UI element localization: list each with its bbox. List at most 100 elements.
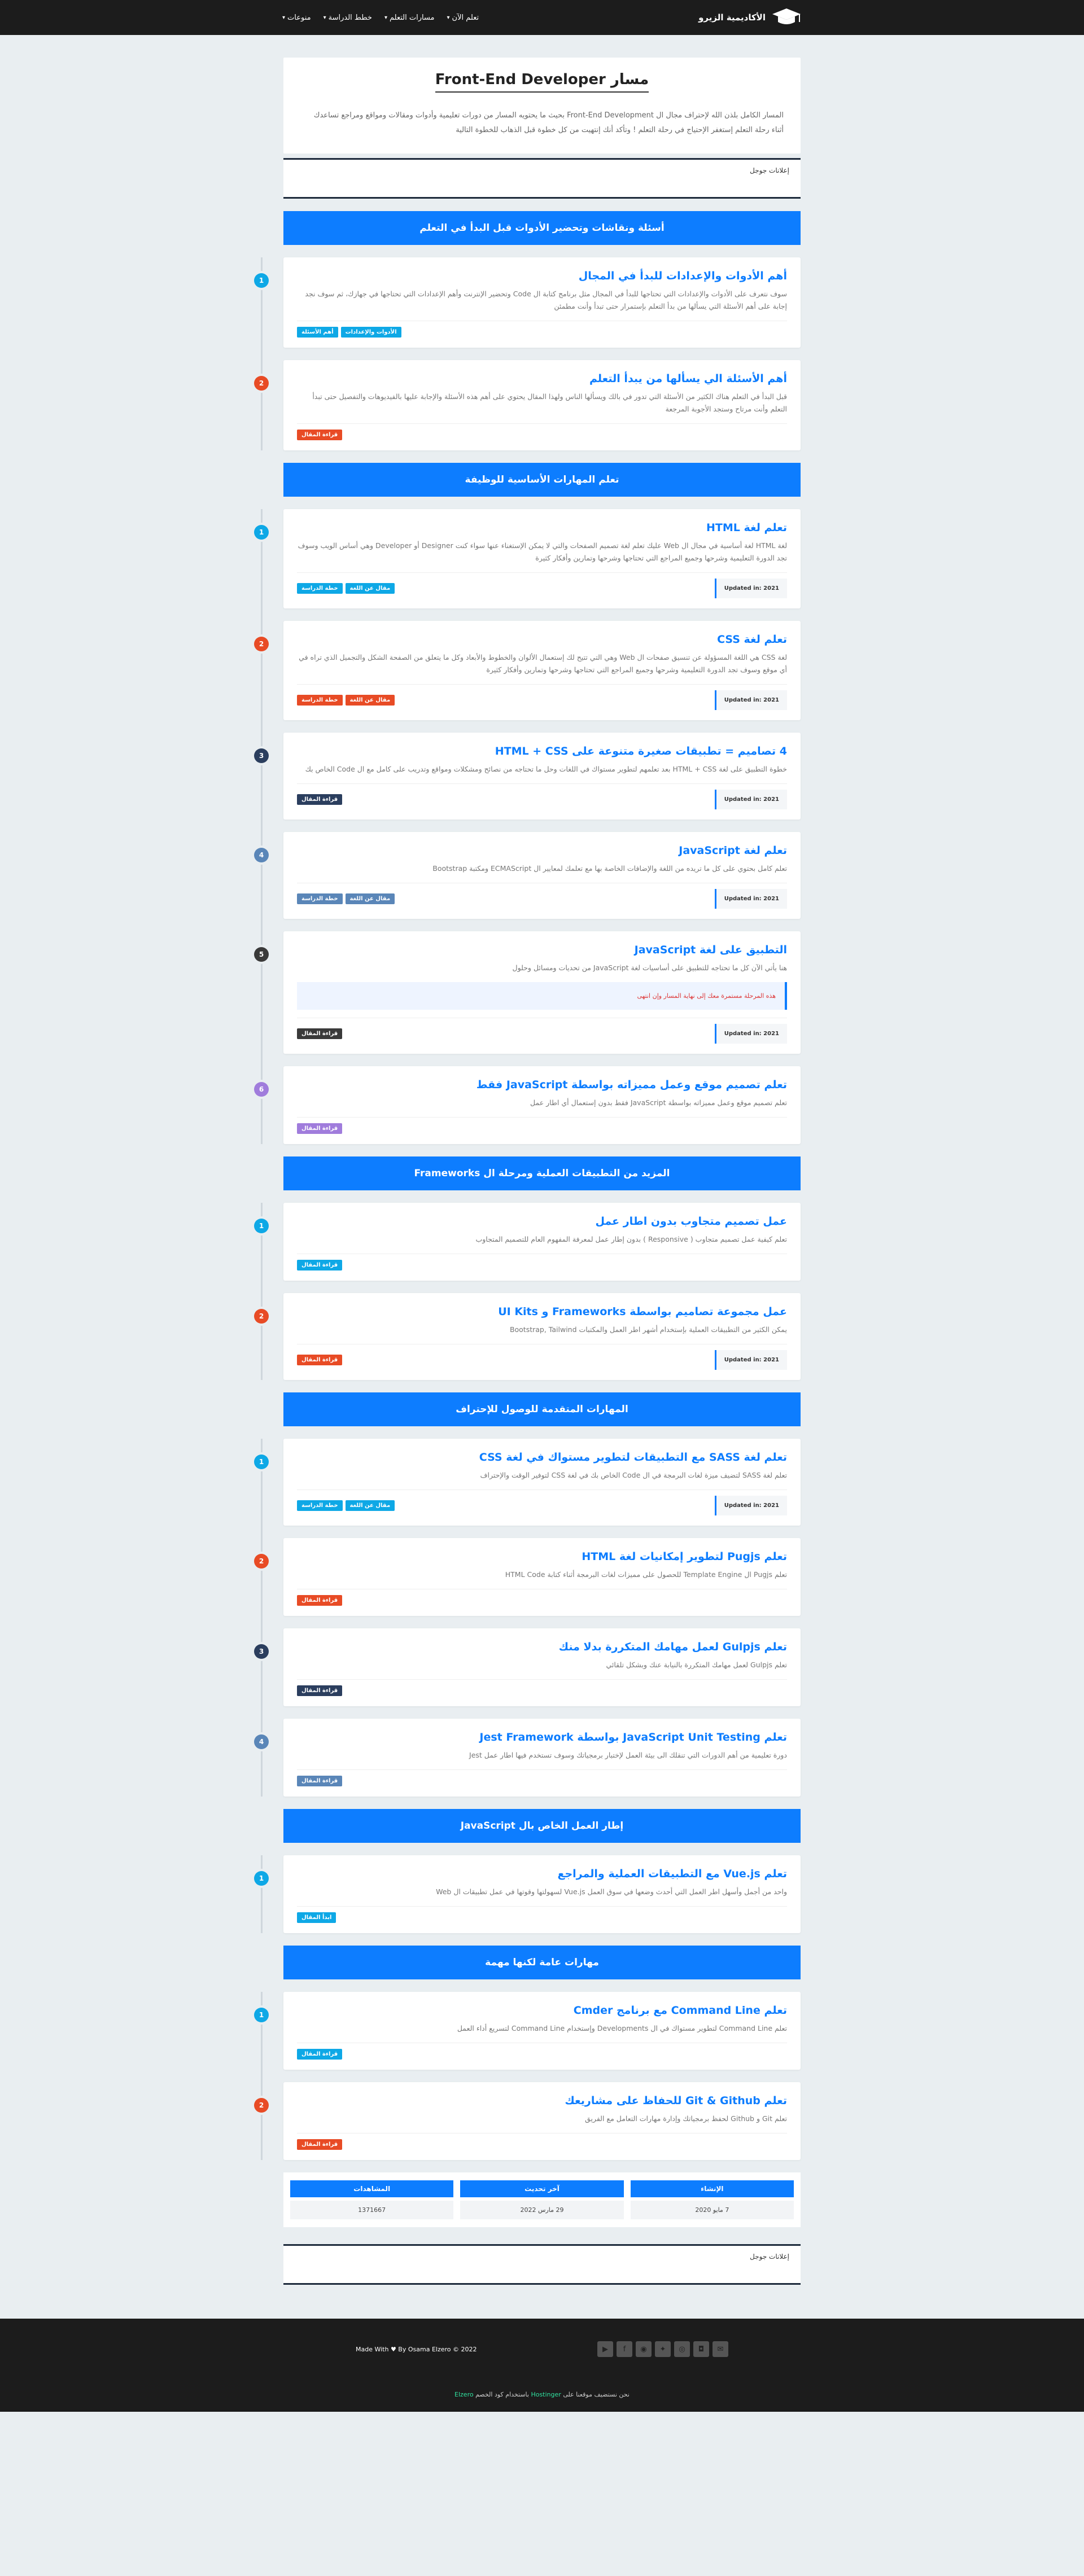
menu-item-label: منوعات [287, 13, 311, 22]
path-sections: أسئلة ونقاشات وتحضير الأدوات قبل البدأ ف… [254, 211, 801, 2160]
menu-item-learning-paths[interactable]: مسارات التعلم ▾ [384, 14, 435, 22]
tag-list: الأدوات والإعدادات أهم الأسئلة [297, 327, 401, 338]
lesson-description: تعلم Git و Github لحفظ برمجياتك وإدارة م… [585, 2114, 787, 2123]
tag-button[interactable]: خطة الدراسة [297, 583, 343, 594]
card-footer: قراءة المقال Updated in: 2021 [297, 1350, 787, 1370]
tag-button[interactable]: قراءة المقال [297, 1028, 343, 1039]
tag-list: قراءة المقال [297, 1595, 343, 1606]
card-footer: قراءة المقال [297, 430, 787, 440]
menu-item-study-plans[interactable]: خطط الدراسة ▾ [324, 14, 372, 22]
tag-button[interactable]: قراءة المقال [297, 430, 343, 440]
tag-button[interactable]: ابدأ المقال [297, 1912, 336, 1923]
discord-icon[interactable]: ◎ [674, 2341, 690, 2357]
facebook-icon[interactable]: f [617, 2341, 632, 2357]
tag-list: قراءة المقال [297, 1028, 343, 1039]
lesson-title[interactable]: التطبيق على لغة JavaScript [297, 944, 787, 956]
page-title: Front-End Developer مسار [435, 71, 649, 93]
tag-button[interactable]: قراءة المقال [297, 1776, 343, 1786]
tag-button[interactable]: خطة الدراسة [297, 893, 343, 904]
tag-button[interactable]: قراءة المقال [297, 1595, 343, 1606]
lesson-title[interactable]: تعلم لغة HTML [297, 522, 787, 534]
footer-top-row: Made With ♥ By Osama Elzero © 2022 ▶ f ◉ ✦ ◎… [0, 2319, 1084, 2357]
tag-button[interactable]: قراءة المقال [297, 1685, 343, 1696]
section-timeline: 1 تعلم لغة SASS مع التطبيقات لتطوير مستوا… [254, 1439, 801, 1797]
tag-button[interactable]: مقال عن اللغة [345, 1500, 395, 1511]
card-footer: قراءة المقال [297, 1776, 787, 1786]
lesson-title[interactable]: أهم الأدوات والإعدادات للبدأ في المجال [297, 270, 787, 282]
tag-button[interactable]: مقال عن اللغة [345, 583, 395, 594]
tag-list: قراءة المقال [297, 1685, 343, 1696]
updated-badge: Updated in: 2021 [714, 690, 787, 710]
notice-box: هذه المرحلة مستمرة معك إلى نهاية المسار … [297, 982, 787, 1010]
tag-list: قراءة المقال [297, 1123, 343, 1134]
lesson-title[interactable]: عمل تصميم متجاوب بدون اطار عمل [297, 1215, 787, 1228]
lesson-title[interactable]: تعلم Pugjs لتطوير إمكانيات لغة HTML [297, 1550, 787, 1563]
google-ads-box[interactable]: إعلانات جوجل [283, 158, 801, 199]
card-footer: قراءة المقال [297, 2049, 787, 2060]
hosting-link[interactable]: Hostinger [531, 2391, 561, 2398]
path-description: المسار الكامل بلذن الله لإحتراف مجال ال … [313, 111, 784, 134]
lesson-title[interactable]: تعلم Vue.js مع التطبيقات العملية والمراج… [297, 1868, 788, 1880]
google-ads-box-bottom[interactable]: إعلانات جوجل [283, 2244, 801, 2285]
lesson-description: لغة CSS هي اللغة المسؤولة عن تنسيق صفحات… [299, 653, 787, 674]
path-stats: الإنشاء 7 مايو 2020 آخر تحديث 29 مارس 20… [283, 2172, 801, 2227]
section-timeline: 1 تعلم Vue.js مع التطبيقات العملية والمرا… [254, 1855, 801, 1933]
hosting-prefix: نحن نستضيف موقعنا على [563, 2391, 630, 2398]
tag-button[interactable]: الأدوات والإعدادات [340, 327, 401, 338]
lesson-title[interactable]: 4 تصاميم = تطبيقات صغيرة متنوعة على HTML… [297, 745, 787, 757]
lesson-card: 2 تعلم لغة CSS لغة CSS هي اللغة المسؤولة ع… [254, 621, 801, 720]
lesson-card: 3 تعلم Gulpjs لعمل مهامك المتكررة بدلا من… [254, 1628, 801, 1706]
lesson-title[interactable]: تعلم JavaScript Unit Testing بواسطة Jest… [297, 1731, 787, 1743]
tag-button[interactable]: قراءة المقال [297, 2049, 343, 2060]
stat-value: 1371667 [290, 2201, 454, 2219]
tag-button[interactable]: أهم الأسئلة [297, 327, 338, 338]
tag-list: قراءة المقال [297, 1776, 343, 1786]
tag-button[interactable]: قراءة المقال [297, 1355, 343, 1365]
lesson-description: تعلم تصميم موقع وعمل مميزاته بواسطة Java… [530, 1098, 787, 1107]
tag-list: مقال عن اللغة خطة الدراسة [297, 1500, 395, 1511]
instagram-icon[interactable]: ◘ [693, 2341, 709, 2357]
lesson-title[interactable]: تعلم تصميم موقع وعمل مميزاته بواسطة Java… [297, 1079, 787, 1091]
menu-item-learn-now[interactable]: تعلم الآن ▾ [447, 14, 479, 22]
tag-list: قراءة المقال [297, 2139, 343, 2150]
tag-button[interactable]: قراءة المقال [297, 2139, 343, 2150]
lesson-card: 5 التطبيق على لغة JavaScript هنا يأتي الآن… [254, 931, 801, 1054]
step-number-badge: 5 [254, 947, 269, 962]
tag-button[interactable]: خطة الدراسة [297, 1500, 343, 1511]
tag-list: قراءة المقال [297, 430, 343, 440]
section-header: إطار العمل الخاص بال JavaScript [283, 1809, 801, 1843]
tag-button[interactable]: مقال عن اللغة [345, 893, 395, 904]
menu-item-misc[interactable]: منوعات ▾ [282, 14, 311, 22]
tag-list: قراءة المقال [297, 1260, 343, 1271]
card-footer: قراءة المقال Updated in: 2021 [297, 1024, 787, 1044]
youtube-icon[interactable]: ▶ [597, 2341, 613, 2357]
card-footer: قراءة المقال [297, 1685, 787, 1696]
lesson-title[interactable]: أهم الأسئلة الي يسألها من يبدأ التعلم [297, 373, 787, 385]
lesson-title[interactable]: تعلم Git & Github للحفاظ على مشاريعك [297, 2095, 787, 2107]
step-number-badge: 4 [254, 848, 269, 862]
lesson-title[interactable]: تعلم Command Line مع برنامج Cmder [297, 2004, 787, 2017]
hosting-note: نحن نستضيف موقعنا على Hostinger باستخدام… [0, 2391, 1084, 2398]
lesson-title[interactable]: تعلم Gulpjs لعمل مهامك المتكررة بدلا منك [297, 1641, 787, 1653]
lesson-title[interactable]: تعلم لغة JavaScript [297, 844, 787, 857]
tag-button[interactable]: مقال عن اللغة [345, 695, 395, 706]
tag-button[interactable]: خطة الدراسة [297, 695, 343, 706]
divider [297, 684, 787, 685]
twitter-icon[interactable]: ✦ [655, 2341, 671, 2357]
tag-list: قراءة المقال [297, 1355, 343, 1365]
section-header: المزيد من التطبيقات العملية ومرحلة ال Fr… [283, 1156, 801, 1190]
lesson-title[interactable]: تعلم لغة CSS [297, 633, 787, 646]
step-number-badge: 1 [254, 1455, 269, 1469]
tag-button[interactable]: قراءة المقال [297, 1123, 343, 1134]
lesson-card: 1 تعلم Vue.js مع التطبيقات العملية والمرا… [254, 1855, 801, 1933]
email-icon[interactable]: ✉ [713, 2341, 728, 2357]
brand[interactable]: الأكاديمية الزيرو [698, 7, 802, 28]
lesson-title[interactable]: تعلم لغة SASS مع التطبيقات لتطوير مستواك… [297, 1451, 787, 1464]
tag-list: قراءة المقال [297, 794, 343, 805]
github-icon[interactable]: ◉ [636, 2341, 652, 2357]
tag-button[interactable]: قراءة المقال [297, 1260, 343, 1271]
lesson-title[interactable]: عمل مجموعة تصاميم بواسطة Frameworks و UI… [297, 1305, 787, 1318]
step-number-badge: 1 [254, 1871, 269, 1886]
lesson-card: 2 تعلم Pugjs لتطوير إمكانيات لغة HTML تعلم… [254, 1538, 801, 1616]
tag-button[interactable]: قراءة المقال [297, 794, 343, 805]
